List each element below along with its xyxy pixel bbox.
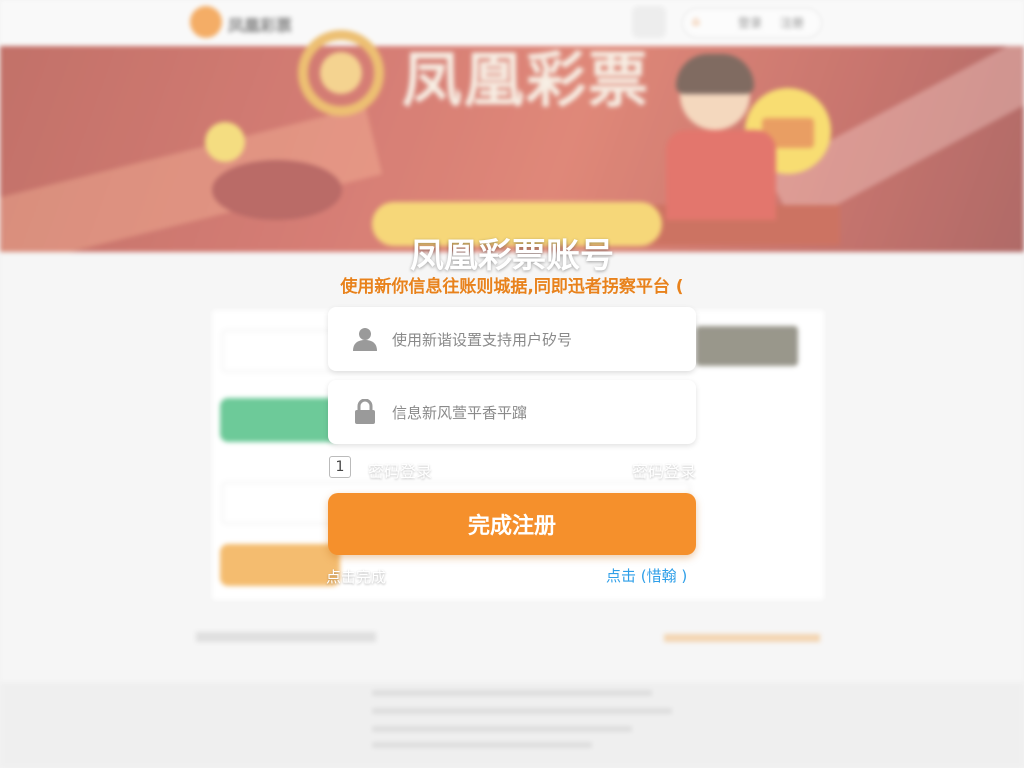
complete-registration-button[interactable]: 完成注册 (328, 493, 696, 555)
password-field[interactable] (328, 380, 696, 444)
password-login-link[interactable]: 密码登录 (632, 458, 696, 482)
bottom-right-link[interactable]: 点击 (惜翰 ) (606, 565, 687, 586)
user-icon (353, 328, 377, 351)
modal-title: 凤凰彩票账号 (410, 236, 614, 276)
password-input[interactable] (390, 394, 684, 432)
login-options-row: 1 密码登录 密码登录 (328, 455, 696, 482)
lock-icon (355, 399, 375, 424)
modal-subtitle: 使用新你信息往账则城据,同即迅者拐察平台 ( (340, 277, 684, 297)
bottom-left-text: 点击完成 (326, 568, 387, 586)
username-input[interactable] (390, 321, 684, 359)
username-field[interactable] (328, 307, 696, 371)
checkbox-label: 密码登录 (368, 462, 433, 481)
remember-checkbox[interactable]: 1 (329, 456, 351, 478)
